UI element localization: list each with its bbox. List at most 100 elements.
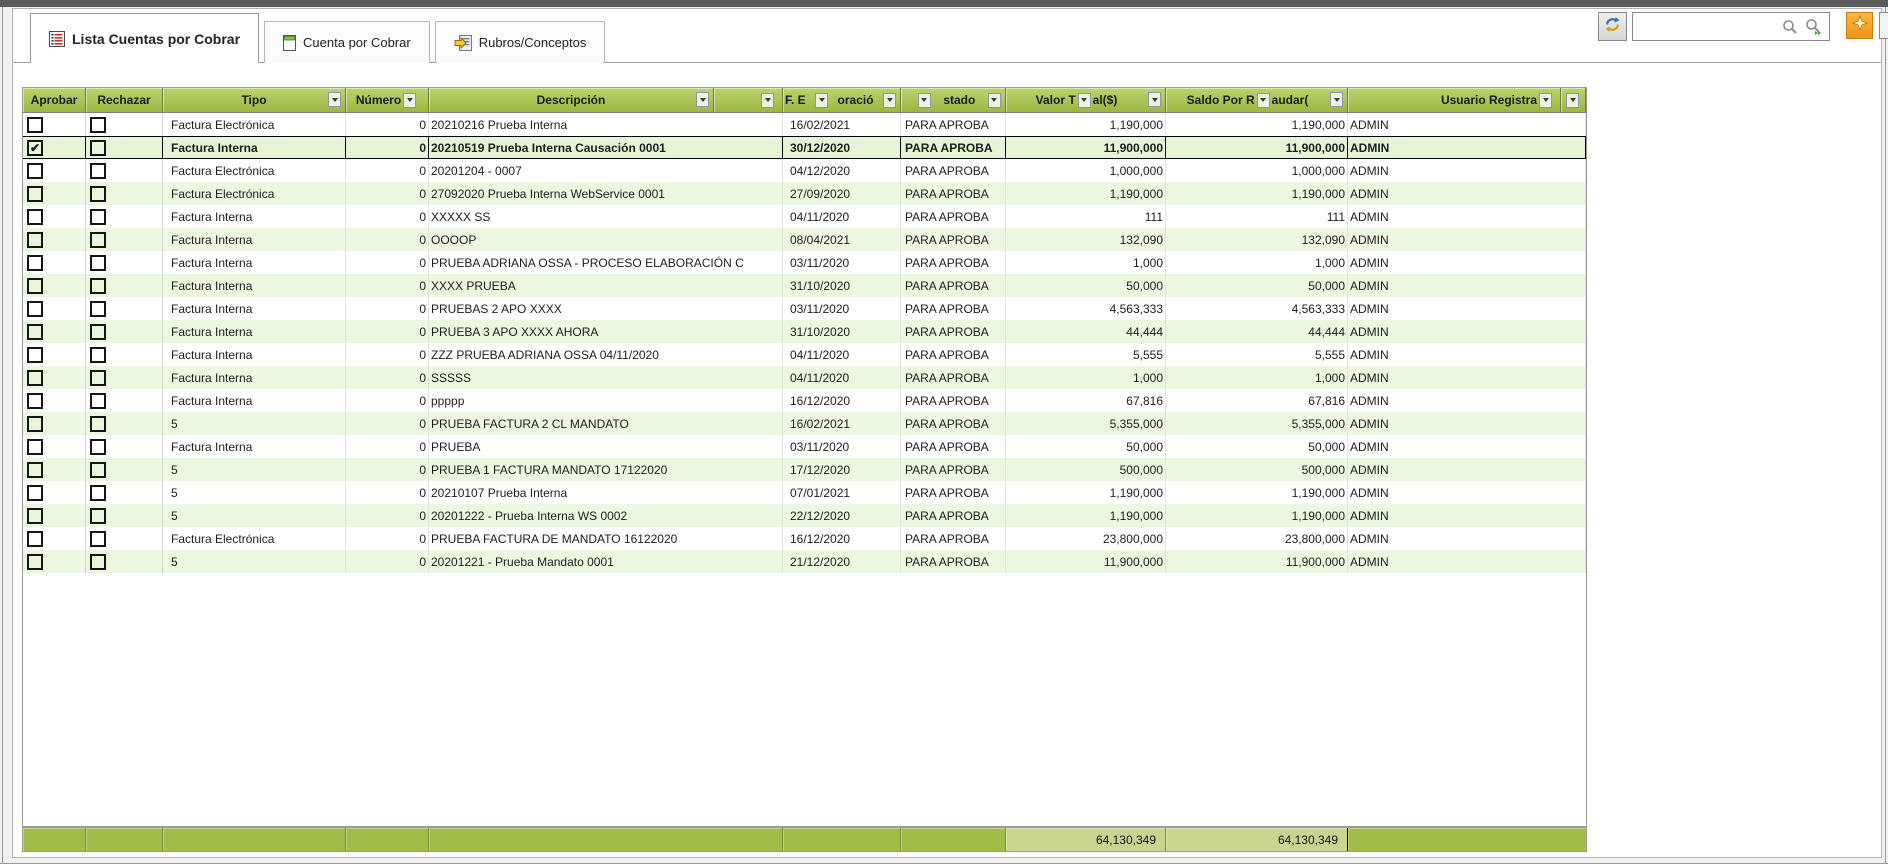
cell-numero[interactable]: 0 <box>346 435 429 458</box>
cell-numero[interactable]: 0 <box>346 481 429 504</box>
cell-tipo[interactable]: 5 <box>163 412 346 435</box>
cell-tipo[interactable]: Factura Interna <box>163 228 346 251</box>
cell-fecha[interactable]: 31/10/2020 <box>783 320 901 343</box>
cell-descripcion[interactable]: XXXXX SS <box>429 205 783 228</box>
cell-tipo[interactable]: 5 <box>163 481 346 504</box>
cell-usuario-registra[interactable]: ADMIN <box>1348 504 1586 527</box>
cell-numero[interactable]: 0 <box>346 412 429 435</box>
aprobar-checkbox[interactable]: ✔ <box>27 140 43 156</box>
column-header-rechazar[interactable]: Rechazar <box>86 88 163 112</box>
cell-estado[interactable]: PARA APROBA <box>901 389 1006 412</box>
cell-usuario-registra[interactable]: ADMIN <box>1348 412 1586 435</box>
cell-saldo-por-recaudar[interactable]: 1,000 <box>1166 251 1348 274</box>
filter-dropdown-icon[interactable] <box>761 93 774 108</box>
cell-valor-total[interactable]: 132,090 <box>1006 228 1166 251</box>
filter-dropdown-icon[interactable] <box>988 93 1001 108</box>
cell-usuario-registra[interactable]: ADMIN <box>1348 113 1586 136</box>
filter-dropdown-icon[interactable] <box>883 93 896 108</box>
cell-descripcion[interactable]: SSSSS <box>429 366 783 389</box>
filter-dropdown-icon[interactable] <box>918 93 931 108</box>
cell-valor-total[interactable]: 44,444 <box>1006 320 1166 343</box>
cell-tipo[interactable]: Factura Interna <box>163 297 346 320</box>
aprobar-checkbox[interactable] <box>27 209 43 225</box>
aprobar-checkbox[interactable] <box>27 462 43 478</box>
cell-saldo-por-recaudar[interactable]: 11,900,000 <box>1166 550 1348 573</box>
cell-numero[interactable]: 0 <box>346 228 429 251</box>
filter-dropdown-icon[interactable] <box>1078 93 1091 108</box>
column-header-numero[interactable]: Número <box>346 88 429 112</box>
rechazar-checkbox[interactable] <box>90 278 106 294</box>
table-row[interactable]: Factura Interna0XXXX PRUEBA31/10/2020PAR… <box>23 274 1586 297</box>
cell-saldo-por-recaudar[interactable]: 5,355,000 <box>1166 412 1348 435</box>
cell-descripcion[interactable]: PRUEBA 3 APO XXXX AHORA <box>429 320 783 343</box>
cell-fecha[interactable]: 16/02/2021 <box>783 412 901 435</box>
column-header-descripcion[interactable]: Descripción <box>429 88 714 112</box>
cell-estado[interactable]: PARA APROBA <box>901 343 1006 366</box>
cell-estado[interactable]: PARA APROBA <box>901 412 1006 435</box>
cell-fecha[interactable]: 31/10/2020 <box>783 274 901 297</box>
table-row[interactable]: Factura Interna0SSSSS04/11/2020PARA APRO… <box>23 366 1586 389</box>
table-row[interactable]: Factura Interna0OOOOP08/04/2021PARA APRO… <box>23 228 1586 251</box>
rechazar-checkbox[interactable] <box>90 485 106 501</box>
rechazar-checkbox[interactable] <box>90 347 106 363</box>
cell-tipo[interactable]: Factura Interna <box>163 251 346 274</box>
cell-descripcion[interactable]: PRUEBA ADRIANA OSSA - PROCESO ELABORACIÓ… <box>429 251 783 274</box>
cell-usuario-registra[interactable]: ADMIN <box>1348 550 1586 573</box>
cell-usuario-registra[interactable]: ADMIN <box>1348 435 1586 458</box>
cell-valor-total[interactable]: 50,000 <box>1006 435 1166 458</box>
cell-tipo[interactable]: Factura Electrónica <box>163 113 346 136</box>
cell-descripcion[interactable]: ZZZ PRUEBA ADRIANA OSSA 04/11/2020 <box>429 343 783 366</box>
rechazar-checkbox[interactable] <box>90 117 106 133</box>
cell-valor-total[interactable]: 11,900,000 <box>1006 550 1166 573</box>
cell-tipo[interactable]: Factura Electrónica <box>163 527 346 550</box>
cell-numero[interactable]: 0 <box>346 205 429 228</box>
cell-valor-total[interactable]: 5,355,000 <box>1006 412 1166 435</box>
cell-fecha[interactable]: 21/12/2020 <box>783 550 901 573</box>
cell-usuario-registra[interactable]: ADMIN <box>1348 527 1586 550</box>
cell-saldo-por-recaudar[interactable]: 132,090 <box>1166 228 1348 251</box>
cell-saldo-por-recaudar[interactable]: 500,000 <box>1166 458 1348 481</box>
table-row[interactable]: Factura Interna0PRUEBA ADRIANA OSSA - PR… <box>23 251 1586 274</box>
tab-lista-cuentas-por-cobrar[interactable]: Lista Cuentas por Cobrar <box>30 13 259 63</box>
cell-fecha[interactable]: 03/11/2020 <box>783 435 901 458</box>
table-row[interactable]: Factura Electrónica020201204 - 000704/12… <box>23 159 1586 182</box>
cell-descripcion[interactable]: 20201221 - Prueba Mandato 0001 <box>429 550 783 573</box>
cell-usuario-registra[interactable]: ADMIN <box>1348 366 1586 389</box>
cell-saldo-por-recaudar[interactable]: 44,444 <box>1166 320 1348 343</box>
cell-valor-total[interactable]: 1,190,000 <box>1006 504 1166 527</box>
table-row[interactable]: 5020201222 - Prueba Interna WS 000222/12… <box>23 504 1586 527</box>
cell-numero[interactable]: 0 <box>346 550 429 573</box>
cell-usuario-registra[interactable]: ADMIN <box>1348 205 1586 228</box>
search-input[interactable] <box>1633 13 1782 40</box>
cell-numero[interactable]: 0 <box>346 320 429 343</box>
aprobar-checkbox[interactable] <box>27 508 43 524</box>
aprobar-checkbox[interactable] <box>27 301 43 317</box>
cell-usuario-registra[interactable]: ADMIN <box>1348 481 1586 504</box>
clipped-toolbar-button[interactable] <box>1879 12 1888 39</box>
cell-estado[interactable]: PARA APROBA <box>901 159 1006 182</box>
cell-usuario-registra[interactable]: ADMIN <box>1348 343 1586 366</box>
cell-valor-total[interactable]: 5,555 <box>1006 343 1166 366</box>
aprobar-checkbox[interactable] <box>27 186 43 202</box>
cell-descripcion[interactable]: 20210519 Prueba Interna Causación 0001 <box>429 137 783 158</box>
cell-estado[interactable]: PARA APROBA <box>901 228 1006 251</box>
table-row[interactable]: Factura Interna0ppppp16/12/2020PARA APRO… <box>23 389 1586 412</box>
cell-numero[interactable]: 0 <box>346 389 429 412</box>
aprobar-checkbox[interactable] <box>27 416 43 432</box>
cell-usuario-registra[interactable]: ADMIN <box>1348 389 1586 412</box>
cell-numero[interactable]: 0 <box>346 504 429 527</box>
filter-dropdown-icon[interactable] <box>815 93 828 108</box>
rechazar-checkbox[interactable] <box>90 140 106 156</box>
cell-tipo[interactable]: Factura Interna <box>163 389 346 412</box>
aprobar-checkbox[interactable] <box>27 163 43 179</box>
refresh-button[interactable] <box>1598 12 1627 41</box>
cell-descripcion[interactable]: PRUEBA FACTURA 2 CL MANDATO <box>429 412 783 435</box>
cell-saldo-por-recaudar[interactable]: 111 <box>1166 205 1348 228</box>
cell-descripcion[interactable]: 27092020 Prueba Interna WebService 0001 <box>429 182 783 205</box>
cell-estado[interactable]: PARA APROBA <box>901 137 1006 158</box>
column-header-spacer[interactable] <box>714 88 783 112</box>
rechazar-checkbox[interactable] <box>90 462 106 478</box>
cell-saldo-por-recaudar[interactable]: 50,000 <box>1166 274 1348 297</box>
cell-valor-total[interactable]: 1,190,000 <box>1006 481 1166 504</box>
column-header-saldo-por-recaudar[interactable]: Saldo Por R audar( <box>1166 88 1348 112</box>
